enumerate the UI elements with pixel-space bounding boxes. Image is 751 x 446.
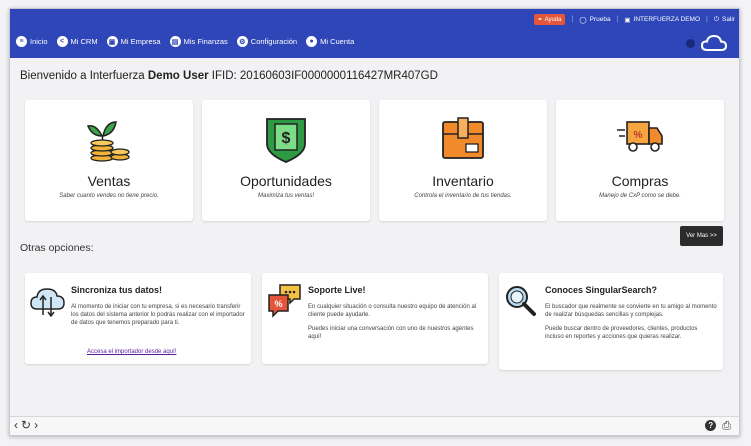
notification-icon[interactable]	[686, 39, 695, 48]
card-ventas[interactable]: Ventas Saber cuanto vendes no tiene prec…	[25, 100, 193, 221]
card-inventario[interactable]: Inventario Controla el inventario de tus…	[379, 100, 547, 221]
gear-icon: ⚙	[236, 36, 248, 47]
user-name: Demo User	[147, 70, 209, 82]
main-menu: ≡ Inicio < Mi CRM ▣ Mi Empresa ▤ Mis Fin…	[16, 36, 354, 47]
cloud-logo-icon[interactable]	[701, 34, 727, 52]
welcome-message: Bienvenido a Interfuerza Demo User IFID:…	[20, 70, 438, 82]
nav-configuracion[interactable]: ⚙ Configuración	[236, 36, 297, 47]
cloud-sync-icon	[30, 288, 65, 317]
chat-bubbles-icon: %	[268, 284, 301, 318]
option-text: En cualquier situación o consulta nuestr…	[308, 304, 477, 341]
option-title: Soporte Live!	[308, 285, 366, 295]
print-icon[interactable]: ⎙	[722, 420, 731, 433]
nav-mi-cuenta[interactable]: ● Mi Cuenta	[306, 36, 354, 47]
help-button[interactable]: ⚭ Ayuda	[533, 14, 566, 25]
truck-icon: %	[617, 121, 663, 152]
share-icon: <	[56, 36, 68, 47]
logout-button[interactable]: ⏻ Salir	[714, 16, 735, 24]
box-icon	[442, 117, 484, 159]
bottom-toolbar: ‹ ↻ › ? ⎙	[10, 416, 739, 435]
money-plant-icon	[86, 121, 130, 162]
nav-mis-finanzas[interactable]: ▤ Mis Finanzas	[169, 36, 228, 47]
browser-controls: ‹ ↻ ›	[14, 418, 38, 432]
power-icon: ⏻	[713, 15, 719, 23]
company-menu[interactable]: ▣ INTERFUERZA DEMO	[624, 16, 700, 24]
card-compras[interactable]: % Compras Manejo de CxP como se debe.	[556, 100, 724, 221]
nav-mi-crm[interactable]: < Mi CRM	[56, 36, 98, 47]
option-text: El buscador que realmente se convierte e…	[545, 304, 717, 341]
nav-mi-empresa[interactable]: ▣ Mi Empresa	[106, 36, 161, 47]
user-icon: ●	[306, 36, 318, 47]
utility-bar: ⚭ Ayuda | ◯ Prueba | ▣ INTERFUERZA DEMO …	[533, 14, 735, 25]
nav-inicio[interactable]: ≡ Inicio	[16, 36, 48, 47]
svg-text:%: %	[274, 299, 282, 309]
svg-text:$: $	[282, 130, 291, 147]
lifebuoy-icon: ⚭	[537, 17, 543, 23]
bottom-actions: ? ⎙	[705, 420, 731, 433]
top-navigation-bar: ⚭ Ayuda | ◯ Prueba | ▣ INTERFUERZA DEMO …	[10, 9, 739, 58]
divider: |	[616, 16, 619, 23]
ifid: IFID: 20160603IF0000000116427MR407GD	[211, 70, 438, 82]
section-title: Otras opciones:	[20, 242, 94, 254]
card-oportunidades[interactable]: $ Oportunidades Maximiza tus ventas!	[202, 100, 370, 221]
office-icon: ▣	[106, 36, 118, 47]
reload-icon[interactable]: ↻	[21, 418, 31, 432]
app-window: ⚭ Ayuda | ◯ Prueba | ▣ INTERFUERZA DEMO …	[9, 8, 740, 436]
option-singularsearch[interactable]: Conoces SingularSearch? El buscador que …	[499, 273, 723, 370]
forward-icon[interactable]: ›	[34, 418, 38, 432]
importer-link[interactable]: Accesa el importador desde aquí!	[87, 349, 176, 355]
back-icon[interactable]: ‹	[14, 418, 18, 432]
home-icon: ≡	[16, 36, 27, 47]
option-sincroniza: Sincroniza tus datos! Al momento de inic…	[25, 273, 251, 364]
store-icon: ▣	[624, 16, 631, 24]
option-text: Al momento de iniciar con tu empresa, si…	[71, 304, 245, 327]
ver-mas-button[interactable]: Ver Mas >>	[680, 226, 723, 246]
svg-text:%: %	[634, 130, 643, 141]
divider: |	[706, 16, 708, 23]
option-title: Sincroniza tus datos!	[71, 285, 163, 295]
user-menu[interactable]: ◯ Prueba	[579, 16, 610, 24]
help-icon[interactable]: ?	[705, 420, 717, 431]
divider: |	[571, 16, 574, 23]
user-circle-icon: ◯	[579, 16, 587, 24]
finance-icon: ▤	[169, 36, 181, 47]
option-title: Conoces SingularSearch?	[545, 285, 658, 295]
shield-dollar-icon: $	[266, 118, 306, 163]
magnifier-icon	[506, 286, 536, 316]
option-soporte[interactable]: % Soporte Live! En cualquier situación o…	[262, 273, 488, 364]
